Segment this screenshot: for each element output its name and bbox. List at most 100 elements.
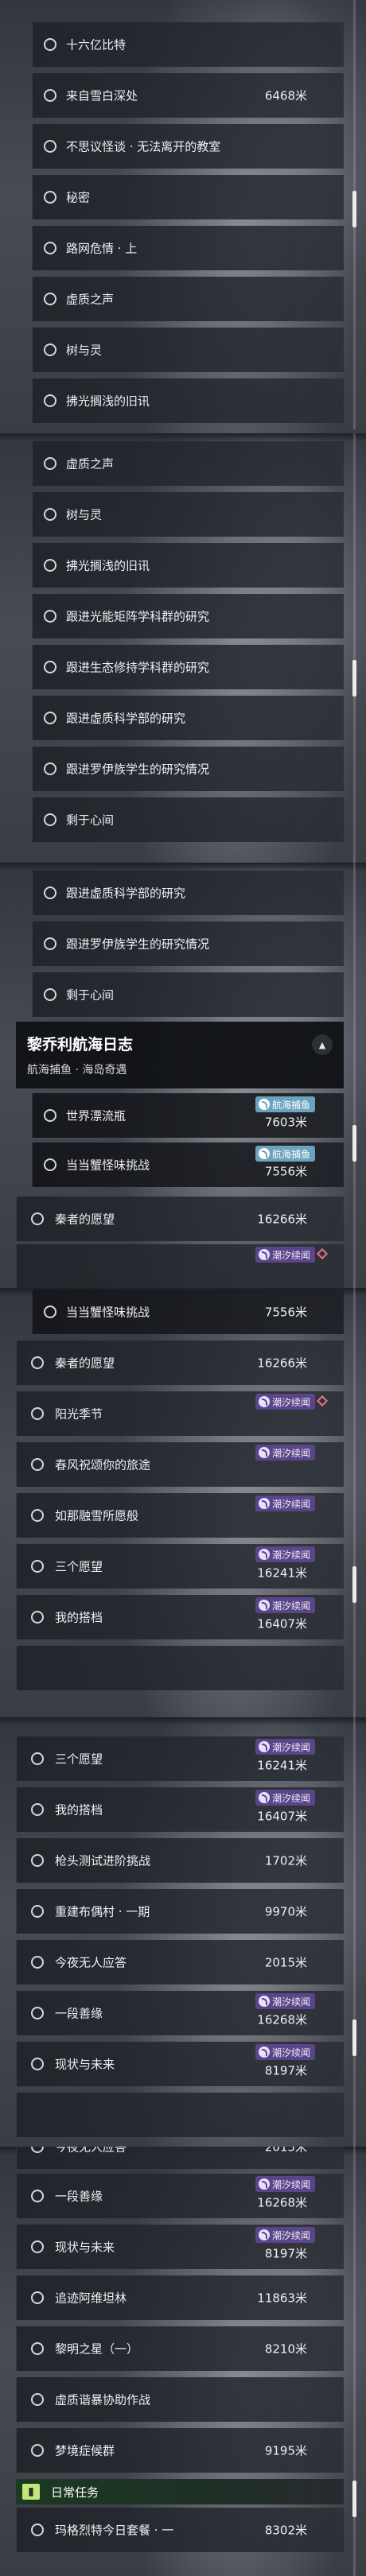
- quest-title: 一段善缘: [55, 2189, 103, 2204]
- radio-icon: [44, 712, 56, 724]
- quest-item[interactable]: 玛格烈特今日套餐 · 一 8302米: [16, 2508, 344, 2552]
- quest-title: 跟进生态修持学科群的研究: [66, 660, 210, 675]
- radio-icon: [44, 1109, 56, 1122]
- quest-item[interactable]: 拂光搁浅的旧讯: [32, 378, 344, 423]
- quest-item[interactable]: [16, 2093, 344, 2137]
- scrollbar-thumb[interactable]: [352, 2481, 356, 2517]
- quest-item[interactable]: 跟进光能矩阵学科群的研究: [32, 594, 344, 638]
- quest-title: 树与灵: [66, 507, 103, 522]
- quest-distance: 1702米: [264, 1853, 307, 1868]
- chaoxi-tag: 潮汐续闻: [255, 1546, 315, 1562]
- quest-title: 玛格烈特今日套餐 · 一: [55, 2523, 174, 2538]
- radio-icon: [44, 559, 56, 572]
- quest-item[interactable]: 潮汐续闻 三个愿望 16241米: [16, 1736, 344, 1781]
- quest-item[interactable]: 追迹阿维坦林 11863米: [16, 2275, 344, 2320]
- quest-title: 虚质谐暴协助作战: [55, 2392, 151, 2407]
- quest-distance: 16266米: [257, 1212, 307, 1227]
- quest-item[interactable]: 潮汐续闻 我的搭档 16407米: [16, 1595, 344, 1639]
- quest-title: 来自雪白深处: [66, 88, 138, 103]
- quest-item[interactable]: 十六亿比特: [32, 22, 344, 67]
- tag-icon: [258, 1498, 270, 1509]
- quest-item[interactable]: 来自雪白深处 6468米: [32, 73, 344, 118]
- quest-item[interactable]: 虚质之声: [32, 441, 344, 486]
- radio-icon: [44, 937, 56, 950]
- quest-item[interactable]: 路网危情 · 上: [32, 226, 344, 270]
- quest-item[interactable]: 今夜无人应答 2015米: [16, 1940, 344, 1984]
- quest-item[interactable]: 潮汐续闻 一段善缘 16268米: [16, 1991, 344, 2035]
- quest-item[interactable]: 跟进虚质科学部的研究: [32, 871, 344, 915]
- quest-item[interactable]: 枪头测试进阶挑战 1702米: [16, 1838, 344, 1883]
- quest-item[interactable]: 梦境症候群 9195米: [16, 2428, 344, 2473]
- quest-item[interactable]: 潮汐续闻 春风祝颂你的旅途: [16, 1442, 344, 1487]
- quest-item[interactable]: 跟进虚质科学部的研究: [32, 696, 344, 740]
- scrollbar-track[interactable]: [353, 863, 356, 1288]
- journal-section-header[interactable]: 黎乔利航海日志 航海捕鱼 · 海岛奇遇 ▲: [16, 1022, 344, 1088]
- radio-icon: [44, 661, 56, 673]
- quest-item[interactable]: 跟进罗伊族学生的研究情况: [32, 921, 344, 966]
- scrollbar-thumb[interactable]: [352, 1566, 356, 1603]
- quest-item[interactable]: 不思议怪谈 · 无法离开的教室: [32, 124, 344, 169]
- scrollbar-thumb[interactable]: [352, 2019, 356, 2056]
- quest-item[interactable]: 潮汐续闻 现状与未来 8197米: [16, 2042, 344, 2086]
- daily-tasks-header[interactable]: ▮ 日常任务: [16, 2479, 344, 2504]
- quest-title: 跟进光能矩阵学科群的研究: [66, 609, 210, 624]
- quest-item[interactable]: 潮汐续闻 现状与未来 8197米: [16, 2225, 344, 2269]
- quest-item[interactable]: 树与灵: [32, 328, 344, 372]
- quest-list-panel-4: 当当蟹怪味挑战 7556米 秦者的愿望 16266米 潮汐续闻 阳光季节 潮汐续闻 …: [0, 1288, 366, 1717]
- radio-icon: [31, 2524, 44, 2536]
- quest-item[interactable]: 潮汐续闻 如那融雪所愿般: [16, 1493, 344, 1538]
- radio-icon: [31, 2147, 44, 2153]
- radio-icon: [31, 2058, 44, 2070]
- quest-distance: 16241米: [257, 1758, 307, 1773]
- radio-icon: [31, 2007, 44, 2019]
- scrollbar-thumb[interactable]: [352, 660, 356, 696]
- quest-item[interactable]: [16, 1646, 344, 1690]
- quest-item[interactable]: 拂光搁浅的旧讯: [32, 543, 344, 588]
- scrollbar-track[interactable]: [353, 1288, 356, 1717]
- radio-icon: [31, 2444, 44, 2457]
- radio-icon: [44, 394, 56, 407]
- quest-title: 树与灵: [66, 343, 103, 358]
- quest-title: 剩于心间: [66, 987, 115, 1003]
- quest-item[interactable]: 航海捕鱼 当当蟹怪味挑战 7556米: [32, 1143, 344, 1187]
- quest-item[interactable]: 虚质之声: [32, 277, 344, 321]
- scrollbar-thumb[interactable]: [352, 191, 356, 227]
- quest-title: 秦者的愿望: [55, 1212, 115, 1227]
- quest-item[interactable]: 秘密: [32, 175, 344, 219]
- quest-item[interactable]: 秦者的愿望 16266米: [16, 1197, 344, 1241]
- quest-title: 剩于心间: [66, 813, 115, 828]
- scrollbar-track[interactable]: [353, 433, 356, 863]
- quest-item[interactable]: 当当蟹怪味挑战 7556米: [32, 1290, 344, 1334]
- quest-item[interactable]: 秦者的愿望 16266米: [16, 1340, 344, 1385]
- tag-icon: [258, 1148, 270, 1159]
- quest-item[interactable]: 潮汐续闻 我的搭档 16407米: [16, 1787, 344, 1832]
- quest-item[interactable]: 树与灵: [32, 492, 344, 537]
- quest-item[interactable]: 重建布偶村 · 一期 9970米: [16, 1889, 344, 1934]
- quest-item[interactable]: 虚质谐暴协助作战: [16, 2377, 344, 2422]
- scrollbar-track[interactable]: [353, 1717, 356, 2147]
- quest-item[interactable]: 跟进罗伊族学生的研究情况: [32, 747, 344, 791]
- quest-item[interactable]: 航海捕鱼 世界漂流瓶 7603米: [32, 1093, 344, 1138]
- scrollbar-thumb[interactable]: [352, 1125, 356, 1162]
- quest-distance: 16407米: [257, 1809, 307, 1824]
- quest-item[interactable]: 潮汐续闻 一段善缘 16268米: [16, 2174, 344, 2218]
- radio-icon: [31, 1509, 44, 1522]
- quest-distance: 8302米: [264, 2523, 307, 2538]
- quest-item[interactable]: 跟进生态修持学科群的研究: [32, 645, 344, 689]
- journal-subtitle: 航海捕鱼 · 海岛奇遇: [27, 1064, 127, 1077]
- quest-list-panel-2: 虚质之声 树与灵 拂光搁浅的旧讯 跟进光能矩阵学科群的研究 跟进生态修持学科群的…: [0, 433, 366, 863]
- radio-icon: [44, 610, 56, 623]
- quest-item[interactable]: 黎明之星（一） 8210米: [16, 2326, 344, 2371]
- radio-icon: [44, 508, 56, 521]
- quest-item[interactable]: 潮汐续闻 三个愿望 16241米: [16, 1544, 344, 1589]
- quest-item[interactable]: 今夜无人应答 2015米: [16, 2147, 344, 2169]
- radio-icon: [44, 813, 56, 826]
- collapse-button[interactable]: ▲: [312, 1034, 333, 1055]
- quest-title: 拂光搁浅的旧讯: [66, 558, 150, 573]
- quest-item[interactable]: 潮汐续闻 阳光季节: [16, 1391, 344, 1436]
- quest-item[interactable]: 剩于心间: [32, 797, 344, 842]
- quest-list-panel-6: 今夜无人应答 2015米 潮汐续闻 一段善缘 16268米 潮汐续闻 现状与未来 81…: [0, 2147, 366, 2576]
- radio-icon: [31, 1752, 44, 1765]
- quest-item[interactable]: 潮汐续闻: [16, 1244, 344, 1288]
- quest-item[interactable]: 剩于心间: [32, 972, 344, 1017]
